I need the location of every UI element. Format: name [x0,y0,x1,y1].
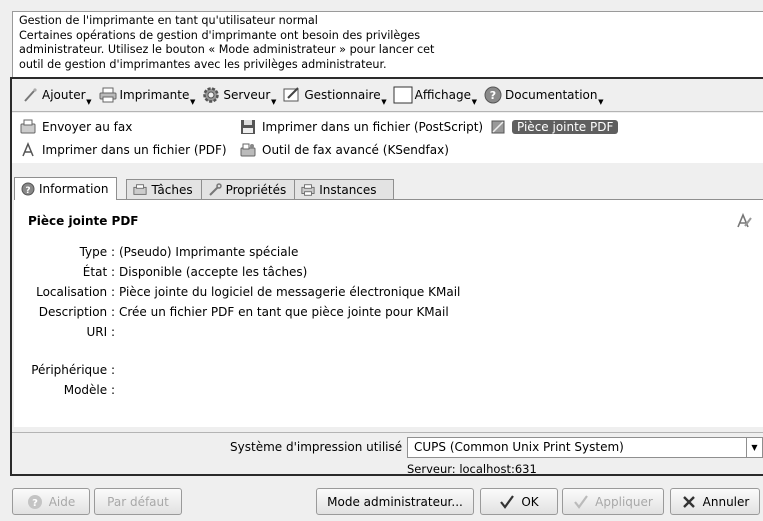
info-value: Crée un fichier PDF en tant que pièce jo… [119,305,449,319]
info-key: Type : [79,245,115,259]
printer-item-fax[interactable]: Envoyer au fax [20,119,132,135]
ok-button[interactable]: OK [480,488,558,515]
server-menu-button[interactable]: Serveur ▼ [199,83,276,107]
printer-item-label: Pièce jointe PDF [512,120,619,134]
defaults-label: Par défaut [107,494,169,509]
add-label: Ajouter [42,88,86,102]
printer-item-ksendfax[interactable]: Outil de fax avancé (KSendfax) [240,142,449,158]
notice-line: Gestion de l'imprimante en tant qu'utili… [19,14,318,27]
tab-label: Information [39,182,109,196]
tab-label: Propriétés [225,182,287,197]
documentation-label: Documentation [504,88,598,102]
svg-text:?: ? [25,186,30,196]
disk-icon [240,119,256,135]
printer-title: Pièce jointe PDF [28,214,139,228]
info-icon: ? [21,182,35,196]
tab-label: Instances [319,182,377,197]
tab-jobs[interactable]: Tâches [126,179,202,199]
notice-line: outil de gestion d'imprimantes avec les … [19,57,387,71]
printer-item-label: Outil de fax avancé (KSendfax) [262,143,449,157]
info-value: Disponible (accepte les tâches) [119,265,308,279]
tab-label: Tâches [151,182,193,197]
print-system-bar: Système d'impression utilisé : CUPS (Com… [12,432,763,476]
view-menu-button[interactable]: Affichage ▼ [391,83,477,107]
info-key: Localisation : [36,285,115,299]
info-key: Périphérique : [31,363,115,377]
apply-button[interactable]: Appliquer [562,488,664,515]
wrench-icon [208,182,222,197]
printer-item-label: Imprimer dans un fichier (PDF) [42,143,227,157]
documentation-menu-button[interactable]: ? Documentation ▼ [481,83,604,107]
print-system-value: CUPS (Common Unix Print System) [414,440,624,454]
printer-instances-icon [301,183,315,197]
tab-bar: ? Information Tâches Propriétés Instance… [14,177,394,200]
dropdown-arrow-icon: ▼ [86,98,92,106]
printer-list: Envoyer au fax Imprimer dans un fichier … [12,113,763,163]
printer-icon [98,85,118,105]
printer-item-label: Envoyer au fax [42,120,133,134]
print-system-select[interactable]: CUPS (Common Unix Print System) ▼ [407,437,763,458]
wand-icon [20,85,40,105]
printer-label: Imprimante [119,88,190,102]
dropdown-arrow-icon: ▼ [270,98,277,106]
cancel-label: Annuler [702,494,750,509]
printer-manager-frame: Ajouter ▼ Imprimante ▼ Serveur ▼ Gestion… [10,77,763,476]
printer-type-icon [735,212,753,233]
pdf-file-icon [20,142,36,158]
jobs-icon [133,183,148,197]
admin-notice: Gestion de l'imprimante en tant qu'utili… [12,11,763,77]
server-label: Serveur [223,88,271,102]
info-key: État : [82,265,115,279]
ok-label: OK [521,494,539,509]
pdf-attachment-icon [490,119,506,135]
print-system-label: Système d'impression utilisé : [230,440,410,454]
checkmark-icon [499,494,515,510]
chevron-down-icon: ▼ [746,438,762,457]
window-icon [393,85,413,105]
tab-information[interactable]: ? Information [14,177,118,200]
svg-text:?: ? [32,498,38,509]
view-label: Affichage [414,88,471,102]
help-label: Aide [48,494,76,509]
info-value: Pièce jointe du logiciel de messagerie é… [119,285,461,299]
printer-item-pdf-attachment[interactable]: Pièce jointe PDF [490,119,619,135]
printer-item-label: Imprimer dans un fichier (PostScript) [262,120,484,134]
info-key: Description : [38,305,115,319]
checkmark-icon [573,494,589,510]
add-menu-button[interactable]: Ajouter ▼ [18,83,92,107]
help-icon: ? [27,494,43,510]
manager-menu-button[interactable]: Gestionnaire ▼ [280,83,387,107]
help-button[interactable]: ? Aide [12,488,90,515]
tab-instances[interactable]: Instances [294,179,394,199]
svg-text:?: ? [490,89,496,102]
dropdown-arrow-icon: ▼ [381,98,387,106]
fax-icon [20,119,36,135]
info-key: Modèle : [63,383,115,397]
admin-mode-button[interactable]: Mode administrateur... [316,488,474,515]
close-icon [681,494,697,510]
apply-label: Appliquer [595,494,653,509]
admin-mode-label: Mode administrateur... [327,494,463,509]
fax-machine-icon [240,142,256,158]
defaults-button[interactable]: Par défaut [94,488,182,515]
tab-properties[interactable]: Propriétés [200,179,296,199]
printer-item-pdf-file[interactable]: Imprimer dans un fichier (PDF) [20,142,227,158]
dropdown-arrow-icon: ▼ [471,98,477,106]
gear-icon [201,85,221,105]
dropdown-arrow-icon: ▼ [189,98,196,106]
printer-menu-button[interactable]: Imprimante ▼ [96,83,196,107]
pencil-icon [282,85,302,105]
information-panel: Pièce jointe PDF Type : (Pseudo) Imprima… [14,199,763,427]
notice-line: Certaines opérations de gestion d'imprim… [19,28,421,42]
cancel-button[interactable]: Annuler [670,488,760,515]
server-address: Serveur: localhost:631 [407,462,537,476]
notice-line: administrateur. Utilisez le bouton « Mod… [19,43,435,57]
info-key: URI : [86,325,115,339]
toolbar: Ajouter ▼ Imprimante ▼ Serveur ▼ Gestion… [12,79,763,112]
info-value: (Pseudo) Imprimante spéciale [119,245,299,259]
help-icon: ? [483,85,503,105]
manager-label: Gestionnaire [304,88,381,102]
dropdown-arrow-icon: ▼ [598,98,604,106]
printer-item-postscript[interactable]: Imprimer dans un fichier (PostScript) [240,119,483,135]
